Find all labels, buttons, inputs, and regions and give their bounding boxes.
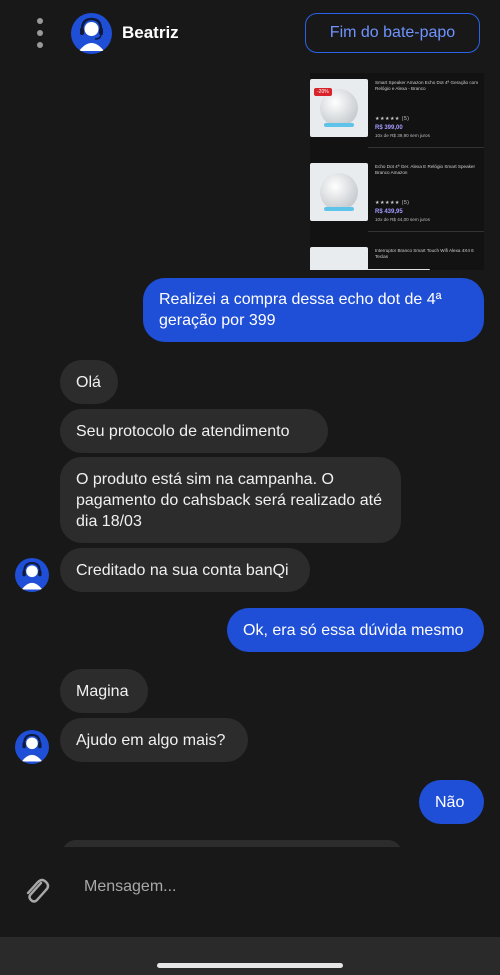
end-chat-button[interactable]: Fim do bate-papo xyxy=(305,13,480,53)
headset-agent-icon xyxy=(21,561,43,590)
product-price: R$ 399,00 xyxy=(375,125,403,131)
product-rating: ★★★★★ (5) xyxy=(375,116,410,122)
headset-agent-icon xyxy=(21,733,43,762)
product-image xyxy=(310,247,368,270)
product-price: R$ 439,95 xyxy=(375,209,403,215)
incoming-message: Creditado na sua conta banQi xyxy=(60,548,310,592)
product-image xyxy=(310,163,368,221)
product-title: Smart Speaker Amazon Echo Dot 4ª Geração… xyxy=(375,80,479,91)
product-image: -20% xyxy=(310,79,368,137)
message-input[interactable] xyxy=(72,865,472,909)
product-rating: ★★★★★ (5) xyxy=(375,200,410,206)
product-card: -20% Smart Speaker Amazon Echo Dot 4ª Ge… xyxy=(310,73,484,148)
product-installment: 10x de R$ 44,00 sem juros xyxy=(375,217,430,222)
discount-badge: -20% xyxy=(314,88,332,96)
incoming-message: Magina xyxy=(60,669,148,713)
menu-dots-icon[interactable] xyxy=(30,18,50,48)
divider xyxy=(368,147,484,148)
paperclip-icon[interactable] xyxy=(22,875,50,905)
headset-agent-icon xyxy=(79,17,104,51)
outgoing-message: Ok, era só essa dúvida mesmo xyxy=(227,608,484,652)
product-installment: 10x de R$ 39,90 sem juros xyxy=(375,133,430,138)
incoming-message: O produto está sim na campanha. O pagame… xyxy=(60,457,401,543)
incoming-message: Olá xyxy=(60,360,118,404)
incoming-message: Seu protocolo de atendimento xyxy=(60,409,328,453)
system-navigation-bar xyxy=(0,937,500,975)
carousel-scrollbar xyxy=(366,269,430,270)
product-title: Interruptor Branco Smart Touch Wifi Alex… xyxy=(375,248,474,259)
home-indicator[interactable] xyxy=(157,963,343,968)
product-card: Interruptor Branco Smart Touch Wifi Alex… xyxy=(310,241,484,270)
chat-header: Beatriz Fim do bate-papo xyxy=(0,0,500,66)
outgoing-message: Não xyxy=(419,780,484,824)
product-card: Echo Dot 4ª Ger. Alexa E Relógio Smart S… xyxy=(310,157,484,232)
agent-avatar xyxy=(15,730,49,764)
product-title: Echo Dot 4ª Ger. Alexa E Relógio Smart S… xyxy=(375,164,476,175)
incoming-message: Ajudo em algo mais? xyxy=(60,718,248,762)
shared-product-screenshot[interactable]: -20% Smart Speaker Amazon Echo Dot 4ª Ge… xyxy=(310,73,484,270)
agent-avatar xyxy=(71,13,112,54)
divider xyxy=(368,231,484,232)
agent-avatar xyxy=(15,558,49,592)
outgoing-message: Realizei a compra dessa echo dot de 4ª g… xyxy=(143,278,484,342)
agent-name: Beatriz xyxy=(122,23,179,42)
